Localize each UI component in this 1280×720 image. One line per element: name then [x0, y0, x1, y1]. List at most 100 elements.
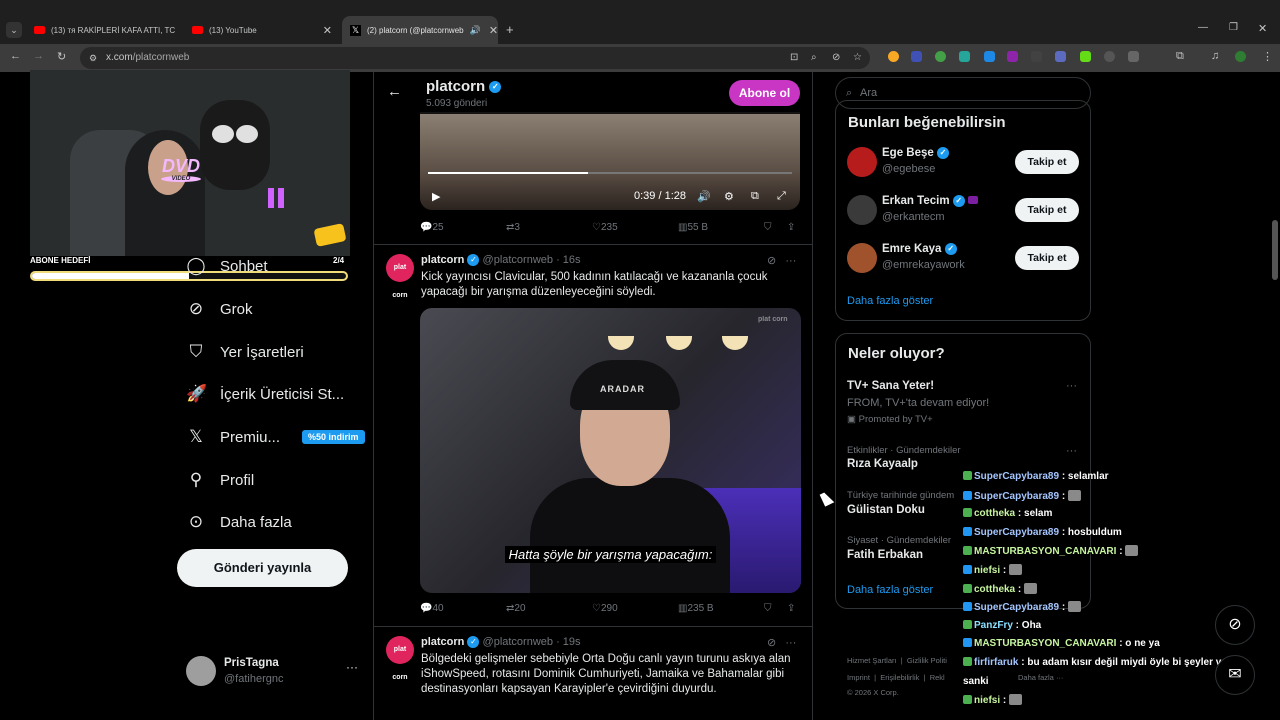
extension-icon[interactable] — [1055, 51, 1066, 62]
share-icon[interactable]: ⇪ — [787, 603, 795, 614]
bookmark-icon[interactable]: ⛉ — [764, 222, 772, 233]
extension-icon[interactable] — [935, 51, 946, 62]
suggestion-name[interactable]: Emre Kaya ✓ — [882, 243, 957, 255]
footer-link[interactable]: Erişilebilirlik — [880, 673, 919, 682]
share-icon[interactable]: ⇪ — [787, 222, 795, 233]
grok-icon[interactable]: ⊘ — [767, 255, 776, 267]
more-dots-icon[interactable]: ··· — [1066, 380, 1077, 392]
browser-tab-2[interactable]: (13) YouTube ✕ — [184, 16, 340, 44]
extension-icon[interactable] — [888, 51, 899, 62]
account-switcher[interactable]: PrisTagna @fatihergnc ··· — [186, 656, 361, 690]
reload-icon[interactable]: ↻ — [57, 50, 66, 63]
footer-link[interactable]: Hizmet Şartları — [847, 656, 897, 665]
avatar[interactable] — [847, 195, 877, 225]
footer-link[interactable]: Gizlilik Politi — [907, 656, 947, 665]
page-scrollbar[interactable] — [1272, 220, 1278, 280]
messages-fab-button[interactable]: ✉ — [1215, 655, 1255, 695]
more-dots-icon[interactable]: ··· — [1066, 445, 1077, 457]
suggestion-name[interactable]: Ege Beşe ✓ — [882, 147, 949, 159]
reply-button[interactable]: 💬 25 — [420, 222, 444, 233]
video-player-1[interactable]: ▶ 0:39 / 1:28 🔊 ⚙ ⧉ ⤢ — [420, 112, 800, 210]
extensions-puzzle-icon[interactable]: ⧉ — [1176, 50, 1184, 63]
more-dots-icon[interactable]: ··· — [785, 255, 796, 267]
avatar[interactable] — [847, 243, 877, 273]
grok-fab-button[interactable]: ⊘ — [1215, 605, 1255, 645]
grok-icon[interactable]: ⊘ — [767, 637, 776, 649]
sidebar-item-creator-studio[interactable]: 🚀 İçerik Üreticisi St... — [186, 379, 344, 409]
footer-link[interactable]: Rekl — [930, 673, 945, 682]
fullscreen-icon[interactable]: ⤢ — [777, 190, 786, 203]
avatar[interactable]: plat corn — [386, 636, 414, 681]
more-dots-icon[interactable]: ··· — [346, 660, 358, 674]
repost-button[interactable]: ⇄ 20 — [506, 603, 526, 614]
volume-icon[interactable]: 🔊 — [697, 190, 711, 203]
author-handle[interactable]: @platcornweb — [483, 636, 553, 648]
extension-icon[interactable] — [1007, 51, 1018, 62]
author-name[interactable]: platcorn — [421, 636, 464, 648]
tab-close-icon[interactable]: ✕ — [323, 24, 332, 37]
minimize-icon[interactable]: — — [1198, 22, 1208, 33]
bookmark-icon[interactable]: ⛉ — [764, 603, 772, 614]
video-player-2[interactable]: ARADAR plat corn Hatta şöyle bir yarışma… — [420, 308, 801, 593]
footer-more-link[interactable]: Daha fazla ··· — [1018, 673, 1063, 682]
tab-close-icon[interactable]: ✕ — [181, 24, 182, 37]
post-time[interactable]: 16s — [563, 254, 581, 266]
subscribe-button[interactable]: Abone ol — [729, 80, 800, 106]
reply-button[interactable]: 💬 40 — [420, 603, 444, 614]
avatar[interactable] — [847, 147, 877, 177]
tab-search-chevron-icon[interactable]: ⌄ — [6, 22, 22, 38]
back-icon[interactable]: ← — [10, 50, 21, 62]
tab-audio-icon[interactable]: 🔊 — [470, 25, 481, 36]
show-more-link[interactable]: Daha fazla göster — [847, 584, 933, 596]
suggestion-row[interactable]: Emre Kaya ✓ @emrekayawork Takip et — [847, 243, 1082, 275]
sidebar-item-more[interactable]: ⊙ Daha fazla — [186, 507, 292, 537]
star-icon[interactable]: ☆ — [853, 47, 862, 69]
eye-off-icon[interactable]: ⊘ — [832, 47, 840, 69]
suggestion-row[interactable]: Ege Beşe ✓ @egebese Takip et — [847, 147, 1082, 179]
extension-icon[interactable] — [1080, 51, 1091, 62]
trend-title[interactable]: Fatih Erbakan — [847, 549, 923, 561]
profile-avatar-icon[interactable] — [1235, 51, 1246, 62]
post-time[interactable]: 19s — [563, 636, 581, 648]
suggestion-row[interactable]: Erkan Tecim ✓ @erkantecm Takip et — [847, 195, 1082, 227]
extension-icon[interactable] — [1031, 51, 1042, 62]
new-tab-button[interactable]: + — [506, 22, 514, 37]
tab-close-icon[interactable]: ✕ — [489, 24, 498, 37]
repost-button[interactable]: ⇄ 3 — [506, 222, 520, 233]
extension-icon[interactable] — [1128, 51, 1139, 62]
settings-icon[interactable]: ⚙ — [724, 190, 734, 203]
views-button[interactable]: ▥ 235 B — [678, 603, 714, 614]
show-more-link[interactable]: Daha fazla göster — [847, 295, 933, 307]
extension-icon[interactable] — [984, 51, 995, 62]
trend-title[interactable]: TV+ Sana Yeter! — [847, 380, 934, 392]
extension-icon[interactable] — [959, 51, 970, 62]
extension-icon[interactable] — [1104, 51, 1115, 62]
post-button[interactable]: Gönderi yayınla — [177, 549, 348, 587]
browser-tab-1[interactable]: (13) тя RAKİPLERİ KAFA ATTI, TC ✕ — [26, 16, 182, 44]
zoom-icon[interactable]: ⌕ — [811, 47, 817, 69]
browser-tab-3[interactable]: 𝕏 (2) platcorn (@platcornweb 🔊 ✕ — [342, 16, 498, 44]
trend-title[interactable]: Gülistan Doku — [847, 504, 925, 516]
sidebar-item-grok[interactable]: ⊘ Grok — [186, 294, 253, 324]
author-handle[interactable]: @platcornweb — [483, 254, 553, 266]
media-control-icon[interactable]: ♫ — [1211, 50, 1219, 62]
views-button[interactable]: ▥ 55 B — [678, 222, 708, 233]
follow-button[interactable]: Takip et — [1015, 150, 1079, 174]
avatar[interactable]: plat corn — [386, 254, 414, 299]
footer-link[interactable]: Imprint — [847, 673, 870, 682]
suggestion-name[interactable]: Erkan Tecim ✓ — [882, 195, 978, 207]
install-icon[interactable]: ⊡ — [790, 47, 798, 69]
pip-icon[interactable]: ⧉ — [751, 190, 759, 203]
author-name[interactable]: platcorn — [421, 254, 464, 266]
video-progress-bar[interactable] — [428, 172, 792, 174]
forward-icon[interactable]: → — [33, 50, 44, 62]
maximize-icon[interactable]: ❐ — [1229, 22, 1238, 33]
play-icon[interactable]: ▶ — [432, 190, 440, 203]
extension-icon[interactable] — [911, 51, 922, 62]
more-dots-icon[interactable]: ··· — [785, 637, 796, 649]
trend-title[interactable]: Rıza Kayaalp — [847, 458, 918, 470]
sidebar-item-chat[interactable]: ◯ Sohbet — [186, 251, 267, 281]
address-bar[interactable]: ⚙ x.com/platcornweb ⊡ ⌕ ⊘ ☆ — [80, 47, 870, 69]
close-window-icon[interactable]: ✕ — [1258, 22, 1267, 35]
sidebar-item-premium[interactable]: 𝕏 Premiu... %50 indirim — [186, 422, 365, 452]
